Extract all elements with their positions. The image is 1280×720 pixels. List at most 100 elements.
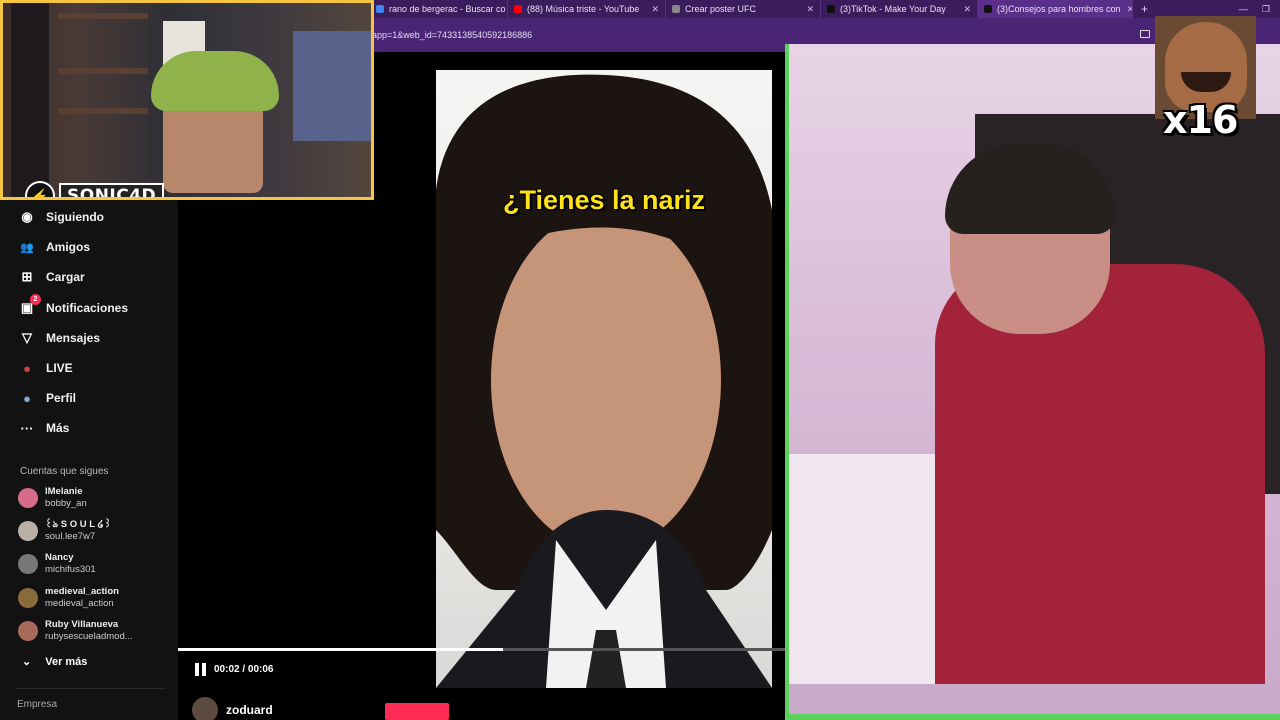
tiktok-icon: [984, 5, 992, 13]
acoustic-panel: [11, 3, 49, 197]
author-name[interactable]: zoduard: [226, 703, 273, 717]
more-glyph: ···: [20, 420, 34, 436]
live-icon: ●: [18, 359, 36, 377]
upload-glyph: ⊞: [21, 269, 33, 284]
tab-title: (3)Consejos para hombres con: [997, 4, 1121, 14]
sidebar-item-more[interactable]: ··· Más: [18, 419, 70, 437]
maximize-icon[interactable]: ❐: [1262, 4, 1270, 15]
poster: [293, 31, 371, 141]
shelf: [58, 108, 148, 114]
new-tab-button[interactable]: +: [1133, 2, 1156, 16]
channel-logo: ⚡ SONIC4D: [25, 181, 165, 197]
sidebar-item-label: Notificaciones: [46, 301, 129, 315]
avatar: [18, 521, 38, 541]
browser-tab-active[interactable]: (3)Consejos para hombres con✕: [978, 0, 1133, 18]
notification-badge: 2: [30, 294, 41, 305]
notifications-icon: ▣ 2: [18, 294, 41, 317]
channel-name: SONIC4D: [59, 183, 165, 197]
progress-bar[interactable]: [178, 648, 785, 651]
tab-title: (3)TikTok - Make Your Day: [840, 4, 946, 14]
sidebar-item-friends[interactable]: 👥 Amigos: [18, 238, 90, 256]
video-caption: ¿Tienes la nariz: [502, 185, 706, 215]
window-controls: — ❐: [1239, 4, 1280, 15]
following-glyph: ◉: [21, 209, 33, 224]
close-icon[interactable]: ✕: [645, 4, 659, 15]
more-icon: ···: [18, 419, 36, 437]
browser-tab[interactable]: (88) Música triste - YouTube ✕: [508, 0, 666, 18]
cast-icon[interactable]: [1140, 30, 1150, 38]
shelf: [58, 13, 148, 19]
account-username: soul.lee7w7: [45, 531, 96, 542]
person-figure: [935, 264, 1265, 684]
url-text[interactable]: app=1&web_id=7433138540592186886: [370, 30, 532, 40]
sidebar-item-notifications[interactable]: ▣ 2 Notificaciones: [18, 294, 129, 317]
sidebar-item-messages[interactable]: ▽ Mensajes: [18, 329, 100, 347]
friends-glyph: 👥: [20, 241, 34, 254]
see-more-label: Ver más: [45, 655, 88, 668]
profile-icon: ●: [18, 389, 36, 407]
pause-icon[interactable]: [195, 663, 207, 676]
account-name: lMelanie: [45, 486, 83, 497]
tab-title: (88) Música triste - YouTube: [527, 4, 640, 14]
account-username: rubysescueladmod...: [45, 631, 133, 642]
sidebar-item-live[interactable]: ● LIVE: [18, 359, 73, 377]
sidebar-item-label: LIVE: [46, 361, 73, 375]
sidebar-item-following[interactable]: ◉ Siguiendo: [18, 208, 104, 226]
messages-glyph: ▽: [22, 330, 32, 345]
tiktok-icon: [827, 5, 835, 13]
youtube-icon: [514, 5, 522, 13]
avatar: [18, 554, 38, 574]
divider: [16, 688, 166, 689]
account-username: michifus301: [45, 564, 96, 575]
progress-fill: [178, 648, 503, 651]
avatar: [18, 621, 38, 641]
webcam-overlay: ⚡ SONIC4D: [0, 0, 374, 200]
messages-icon: ▽: [18, 329, 36, 347]
shelf: [58, 68, 148, 74]
account-username: bobby_an: [45, 498, 87, 509]
account-item[interactable]: lMelanie bobby_an: [18, 486, 87, 510]
tab-title: Crear poster UFC: [685, 4, 757, 14]
reaction-video-overlay: [785, 44, 1280, 720]
browser-tab-bar: rano de bergerac - Buscar co✕ (88) Músic…: [370, 0, 1280, 18]
browser-tab[interactable]: (3)TikTok - Make Your Day ✕: [821, 0, 978, 18]
sidebar-item-upload[interactable]: ⊞ Cargar: [18, 268, 85, 286]
account-item[interactable]: medieval_action medieval_action: [18, 586, 119, 610]
following-icon: ◉: [18, 208, 36, 226]
browser-tab[interactable]: Crear poster UFC ✕: [666, 0, 821, 18]
account-name: Ruby Villanueva: [45, 619, 119, 630]
shelf-unit: [785, 454, 960, 684]
follow-button[interactable]: [385, 703, 449, 720]
screen: rano de bergerac - Buscar co✕ (88) Músic…: [0, 0, 1280, 720]
green-border: [785, 44, 789, 714]
account-item[interactable]: Ruby Villanueva rubysescueladmod...: [18, 619, 133, 643]
following-accounts-title: Cuentas que sigues: [20, 466, 109, 477]
author-row[interactable]: zoduard: [192, 697, 273, 720]
streamer-hat: [151, 51, 279, 111]
live-glyph: ●: [23, 360, 31, 376]
close-icon[interactable]: ✕: [800, 4, 814, 15]
account-item[interactable]: ꒰ঌ S O U L ໒꒱ soul.lee7w7: [18, 519, 111, 543]
sidebar-item-label: Siguiendo: [46, 210, 104, 224]
sidebar-item-profile[interactable]: ● Perfil: [18, 389, 76, 407]
sidebar-item-label: Amigos: [46, 240, 91, 254]
see-more-button[interactable]: ⌄ Ver más: [22, 655, 88, 669]
profile-glyph: ●: [23, 390, 31, 406]
account-name: ꒰ঌ S O U L ໒꒱: [45, 519, 112, 530]
time-display: 00:02 / 00:06: [214, 664, 274, 675]
avatar[interactable]: [192, 697, 218, 720]
close-icon[interactable]: ✕: [1121, 4, 1132, 15]
minimize-icon[interactable]: —: [1239, 4, 1248, 15]
sidebar-item-label: Cargar: [46, 270, 85, 284]
sidebar-item-label: Perfil: [46, 391, 77, 405]
google-icon: [376, 5, 384, 13]
account-name: Nancy: [45, 552, 74, 563]
video-frame[interactable]: ¿Tienes la nariz: [436, 70, 772, 688]
browser-tab[interactable]: rano de bergerac - Buscar co✕: [370, 0, 508, 18]
close-icon[interactable]: ✕: [957, 4, 971, 15]
multiplier-label: x16: [1163, 98, 1238, 142]
footer-link-company[interactable]: Empresa: [17, 699, 57, 710]
tab-title: rano de bergerac - Buscar co: [389, 4, 506, 14]
account-item[interactable]: Nancy michifus301: [18, 552, 96, 576]
account-name: medieval_action: [45, 586, 119, 597]
